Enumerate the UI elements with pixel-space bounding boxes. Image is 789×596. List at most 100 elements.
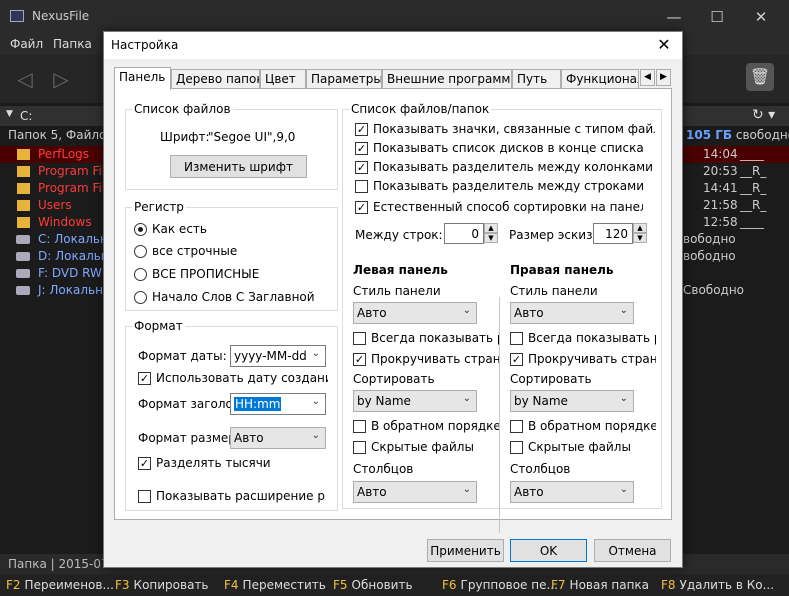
fkey-refresh[interactable]: F5 Обновить xyxy=(333,578,413,592)
fkey-copy[interactable]: F3 Копировать xyxy=(115,578,209,592)
drive-icon xyxy=(16,235,30,244)
right-reverse-checkbox[interactable]: В обратном порядке xyxy=(510,419,656,435)
fkey-move[interactable]: F4 Переместить xyxy=(224,578,326,592)
left-scroll-page-checkbox[interactable]: ✓ Прокручивать страницу xyxy=(353,352,499,368)
left-hidden-files-checkbox[interactable]: Скрытые файлы xyxy=(353,440,499,456)
app-icon xyxy=(10,10,24,22)
radio-button[interactable] xyxy=(134,223,147,236)
tab-functional[interactable]: Функционал xyxy=(561,69,639,89)
tab-scroll-right-icon[interactable]: ▶ xyxy=(656,69,671,86)
radio-button[interactable] xyxy=(134,268,147,281)
separate-thousands-checkbox[interactable]: ✓ Разделять тысячи xyxy=(138,456,328,472)
checkbox[interactable] xyxy=(353,441,366,454)
line-spacing-stepper[interactable]: ▲ ▼ xyxy=(484,223,498,244)
right-always-size-checkbox[interactable]: Всегда показывать размер xyxy=(510,331,656,347)
radio-button[interactable] xyxy=(134,245,147,258)
left-always-size-checkbox[interactable]: Всегда показывать размер xyxy=(353,331,499,347)
radio-label: Как есть xyxy=(152,222,207,236)
tab-parameters[interactable]: Параметры xyxy=(306,69,382,89)
radio-button[interactable] xyxy=(134,291,147,304)
natural-sort-checkbox[interactable]: ✓ Естественный способ сортировки на пане… xyxy=(355,200,643,216)
maximize-button[interactable]: ☐ xyxy=(702,6,732,28)
left-sort-combo[interactable]: by Name ⌄ xyxy=(353,390,477,412)
menu-folder[interactable]: Папка xyxy=(53,37,92,51)
left-columns-label: Столбцов xyxy=(353,462,414,476)
radio-label: Начало Слов С Заглавной xyxy=(152,290,315,304)
checkbox[interactable]: ✓ xyxy=(353,353,366,366)
checkbox[interactable]: ✓ xyxy=(355,123,368,136)
change-font-button[interactable]: Изменить шрифт xyxy=(170,155,307,178)
fkey-key: F2 xyxy=(6,578,21,592)
use-creation-date-checkbox[interactable]: ✓ Использовать дату создания xyxy=(138,371,328,387)
checkbox-label: Всегда показывать размер xyxy=(371,331,499,345)
refresh-icon[interactable]: ↻ ▾ xyxy=(752,107,775,123)
checkbox[interactable]: ✓ xyxy=(355,142,368,155)
tab-folder-tree[interactable]: Дерево папок xyxy=(171,69,260,89)
checkbox[interactable] xyxy=(353,332,366,345)
left-columns-combo[interactable]: Авто ⌄ xyxy=(353,481,477,503)
fkey-new-folder[interactable]: F7 Новая папка xyxy=(551,578,649,592)
fkey-rename[interactable]: F2 Переименов... xyxy=(6,578,114,592)
checkbox-label: Скрытые файлы xyxy=(528,440,631,454)
back-arrow-icon[interactable]: ◁ xyxy=(10,67,40,93)
right-scroll-page-checkbox[interactable]: ✓ Прокручивать страницу xyxy=(510,352,656,368)
minimize-button[interactable]: — xyxy=(659,6,689,28)
date-format-combo[interactable]: yyyy-MM-dd ⌄ xyxy=(230,345,326,367)
checkbox[interactable]: ✓ xyxy=(138,457,151,470)
size-format-combo[interactable]: Авто ⌄ xyxy=(230,427,326,449)
file-attr: ____ xyxy=(740,215,764,229)
spin-up-icon[interactable]: ▲ xyxy=(484,223,498,233)
spin-value: 120 xyxy=(605,227,628,241)
combo-value: Авто xyxy=(514,485,544,499)
fkey-delete[interactable]: F8 Удалить в Ко... xyxy=(661,578,774,592)
checkbox[interactable]: ✓ xyxy=(138,372,151,385)
checkbox[interactable] xyxy=(510,332,523,345)
checkbox[interactable]: ✓ xyxy=(355,161,368,174)
checkbox[interactable] xyxy=(510,441,523,454)
fkey-batch-rename[interactable]: F6 Групповое пе... xyxy=(442,578,558,592)
tab-panel[interactable]: Панель xyxy=(114,67,171,90)
trash-icon[interactable]: 🗑 xyxy=(746,63,774,91)
forward-arrow-icon[interactable]: ▷ xyxy=(46,67,76,93)
tab-scroll-left-icon[interactable]: ◀ xyxy=(640,69,655,86)
ok-button[interactable]: OK xyxy=(510,539,587,562)
line-spacing-input[interactable]: 0 xyxy=(444,223,484,244)
tab-external-programs[interactable]: Внешние программы xyxy=(382,69,512,89)
show-column-separator-checkbox[interactable]: ✓ Показывать разделитель между колонками xyxy=(355,160,655,176)
file-attr: __R_ xyxy=(740,181,767,195)
spin-value: 0 xyxy=(471,227,479,241)
right-style-combo[interactable]: Авто ⌄ xyxy=(510,302,634,324)
show-file-type-icons-checkbox[interactable]: ✓ Показывать значки, связанные с типом ф… xyxy=(355,122,655,138)
checkbox[interactable]: ✓ xyxy=(510,353,523,366)
cancel-button[interactable]: Отмена xyxy=(594,539,671,562)
combo-value: Авто xyxy=(234,431,264,445)
dialog-close-icon[interactable]: ✕ xyxy=(652,34,676,56)
checkbox[interactable] xyxy=(510,420,523,433)
free-space-label: свободно xyxy=(735,128,789,142)
show-drive-list-checkbox[interactable]: ✓ Показывать список дисков в конце списк… xyxy=(355,141,643,157)
checkbox[interactable] xyxy=(353,420,366,433)
checkbox[interactable] xyxy=(355,180,368,193)
app-close-button[interactable]: ✕ xyxy=(746,6,776,28)
checkbox[interactable] xyxy=(138,490,151,503)
tab-path[interactable]: Путь xyxy=(512,69,561,89)
left-style-combo[interactable]: Авто ⌄ xyxy=(353,302,477,324)
left-reverse-checkbox[interactable]: В обратном порядке xyxy=(353,419,499,435)
spin-down-icon[interactable]: ▼ xyxy=(484,233,498,243)
path-dropdown-icon[interactable]: ▼ xyxy=(6,109,13,119)
right-hidden-files-checkbox[interactable]: Скрытые файлы xyxy=(510,440,656,456)
checkbox[interactable]: ✓ xyxy=(355,201,368,214)
spin-up-icon[interactable]: ▲ xyxy=(633,223,647,233)
thumb-size-stepper[interactable]: ▲ ▼ xyxy=(633,223,647,244)
show-row-separator-checkbox[interactable]: Показывать разделитель между строками xyxy=(355,179,655,195)
tab-color[interactable]: Цвет xyxy=(260,69,306,89)
spin-down-icon[interactable]: ▼ xyxy=(633,233,647,243)
show-extension-checkbox[interactable]: Показывать расширение рядом xyxy=(138,489,326,505)
dvd-drive-icon xyxy=(16,269,30,278)
thumb-size-input[interactable]: 120 xyxy=(593,223,633,244)
right-columns-combo[interactable]: Авто ⌄ xyxy=(510,481,634,503)
apply-button[interactable]: Применить xyxy=(427,539,504,562)
right-sort-combo[interactable]: by Name ⌄ xyxy=(510,390,634,412)
menu-file[interactable]: Файл xyxy=(10,37,43,51)
header-format-combo[interactable]: HH:mm ⌄ xyxy=(230,393,326,415)
